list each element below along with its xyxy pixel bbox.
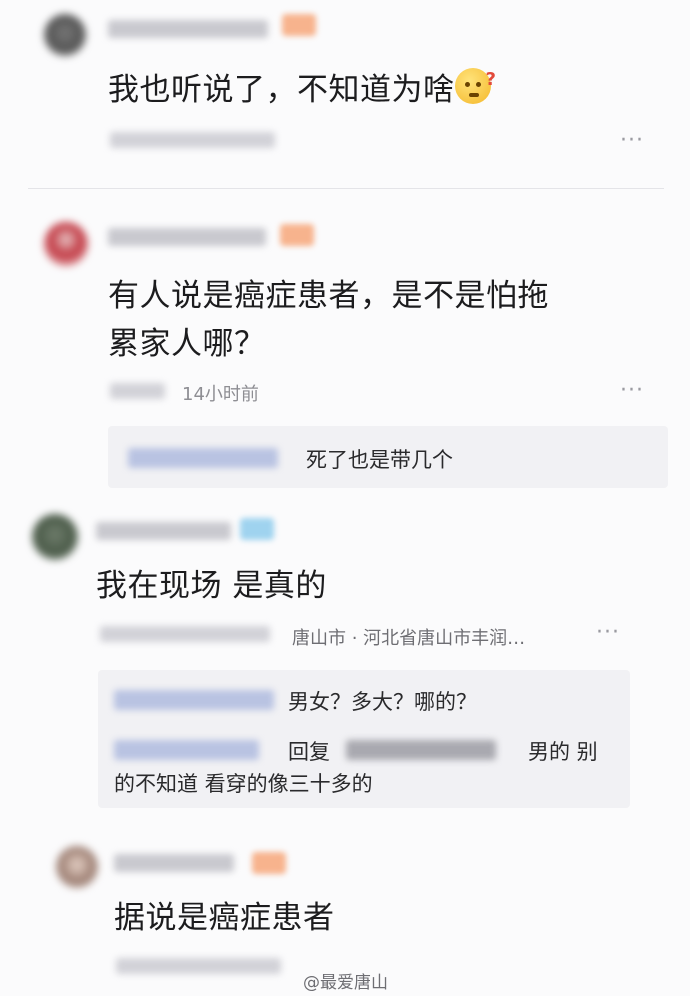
avatar[interactable] [44, 14, 86, 56]
username-blurred[interactable] [108, 20, 268, 38]
comment-text: 据说是癌症患者 [114, 900, 335, 936]
reply-text: 男的 别 [528, 740, 598, 764]
reply-text: 死了也是带几个 [306, 448, 453, 472]
comment-text: 我也听说了，不知道为啥? [108, 68, 497, 108]
username-blurred[interactable] [96, 522, 231, 540]
avatar[interactable] [44, 222, 88, 266]
comment-text: 我在现场 是真的 [96, 568, 327, 604]
reply-prefix: 回复 [288, 740, 330, 764]
comment-date-blurred [110, 383, 165, 399]
reply-username-blurred[interactable] [128, 448, 278, 468]
username-blurred[interactable] [108, 228, 266, 246]
user-badge [240, 518, 274, 540]
mention-username-blurred[interactable] [346, 740, 496, 760]
reply-username-blurred[interactable] [114, 740, 259, 760]
comment-meta-blurred [100, 626, 270, 642]
watermark: @最爱唐山 [303, 973, 388, 993]
user-badge [282, 14, 316, 36]
reply-username-blurred[interactable] [114, 690, 274, 710]
more-options-icon[interactable]: ··· [620, 378, 644, 403]
comment-time: 14小时前 [182, 384, 259, 405]
divider [28, 188, 664, 189]
comment-meta-blurred [110, 132, 275, 148]
avatar[interactable] [56, 846, 98, 888]
comment-text: 有人说是癌症患者，是不是怕拖 累家人哪？ [108, 278, 549, 362]
avatar[interactable] [32, 514, 78, 560]
comment-location: 唐山市 · 河北省唐山市丰润… [292, 628, 526, 649]
reply-text: 的不知道 看穿的像三十多的 [114, 772, 373, 796]
thinking-face-icon: ? [454, 68, 496, 104]
comment-meta-blurred [116, 958, 281, 974]
user-badge [252, 852, 286, 874]
user-badge [280, 224, 314, 246]
more-options-icon[interactable]: ··· [596, 620, 620, 645]
reply-text: 男女？多大？哪的？ [288, 690, 477, 714]
more-options-icon[interactable]: ··· [620, 128, 644, 153]
username-blurred[interactable] [114, 854, 234, 872]
